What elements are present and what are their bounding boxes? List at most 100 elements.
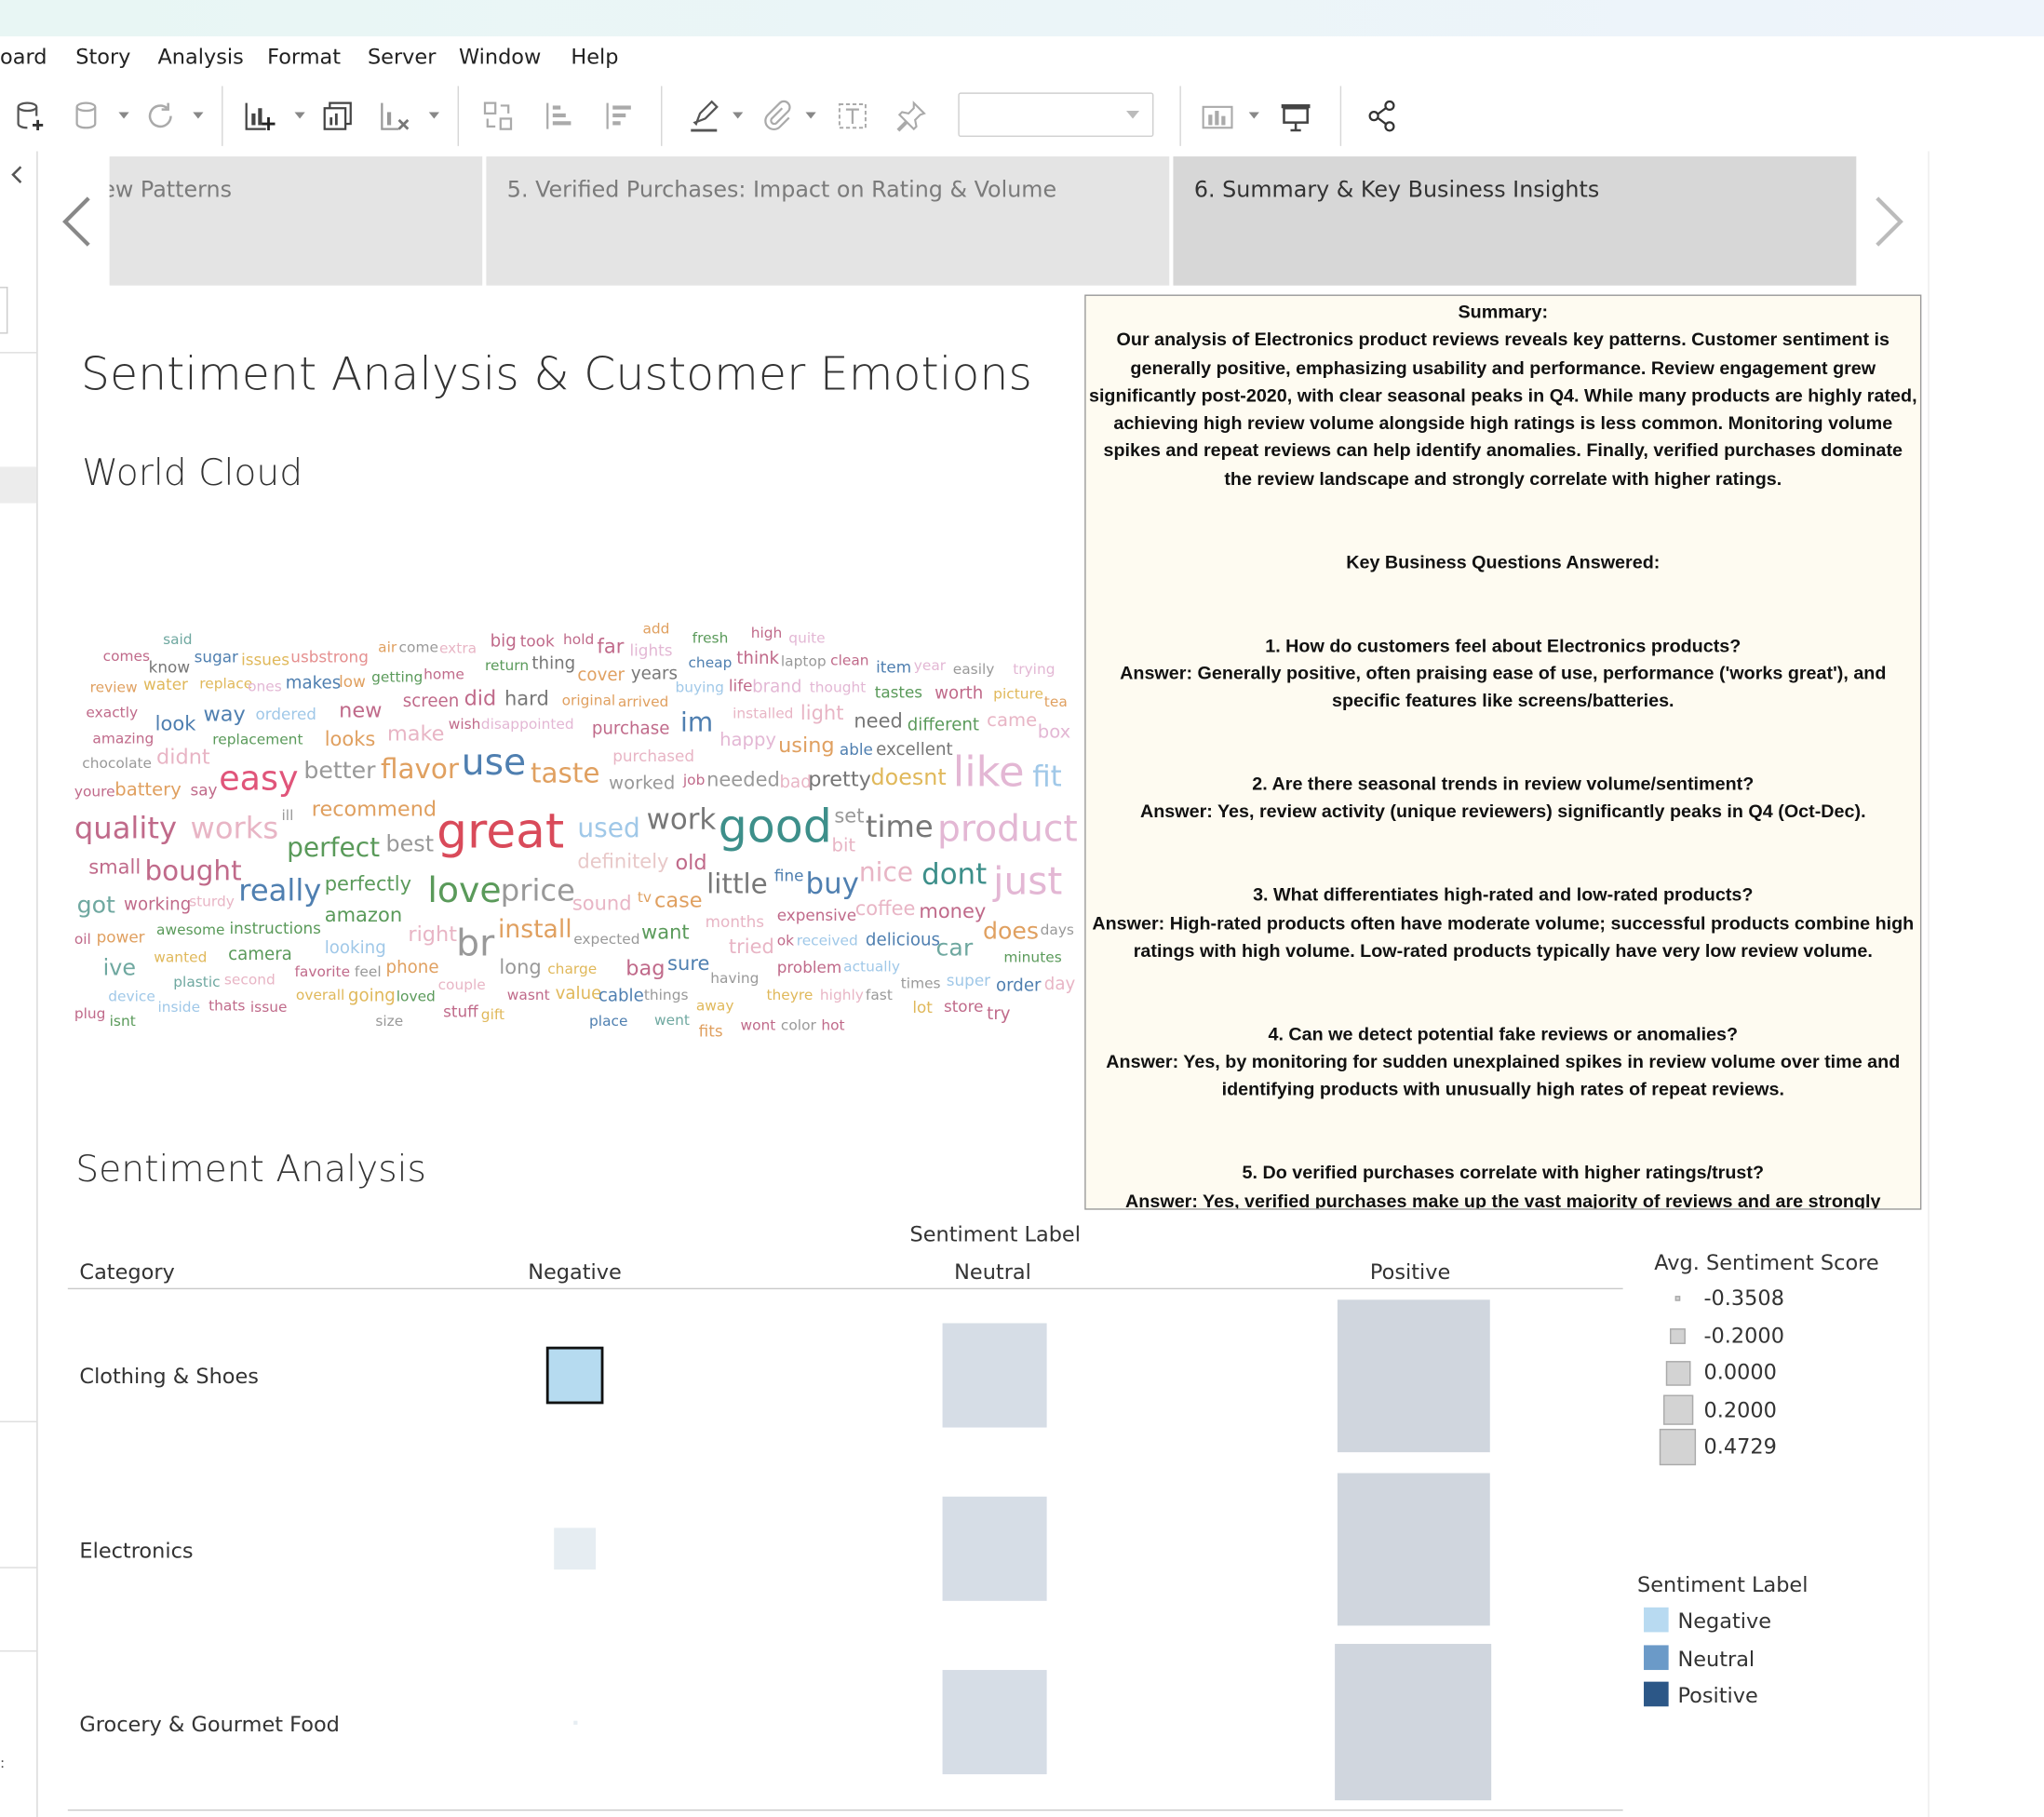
size-legend-item[interactable]: 0.0000 <box>1653 1354 1914 1391</box>
wordcloud-word: br <box>456 922 495 965</box>
story-point-tab-6[interactable]: 6. Summary & Key Business Insights <box>1173 156 1857 286</box>
story-next-arrow-icon[interactable] <box>1869 193 1908 250</box>
show-cards-icon[interactable] <box>1201 99 1234 132</box>
collapse-panel-icon[interactable] <box>9 164 28 184</box>
refresh-caret-icon[interactable] <box>193 112 204 119</box>
wordcloud-word: chocolate <box>82 754 153 773</box>
share-icon[interactable] <box>1365 99 1398 132</box>
wordcloud-word: oil <box>74 930 91 949</box>
story-point-label: ew Patterns <box>109 177 233 204</box>
size-legend-item[interactable]: -0.2000 <box>1653 1317 1914 1353</box>
sentiment-mark-positive[interactable] <box>1335 1644 1492 1801</box>
wordcloud-word: time <box>865 811 934 845</box>
wordcloud-word: expensive <box>776 906 857 924</box>
highlight-caret-icon[interactable] <box>733 112 744 119</box>
color-legend-swatch <box>1644 1644 1669 1670</box>
wordcloud-word: want <box>641 920 690 944</box>
wordcloud-word: day <box>1043 975 1076 995</box>
size-legend-item[interactable]: -0.3508 <box>1653 1280 1914 1316</box>
wordcloud-word: fast <box>865 987 893 1004</box>
wordcloud-word: works <box>190 812 279 846</box>
story-point-tab-5[interactable]: 5. Verified Purchases: Impact on Rating … <box>486 156 1170 286</box>
pause-updates-caret-icon[interactable] <box>118 112 129 119</box>
story-point-tab-4[interactable]: ew Patterns <box>109 156 483 286</box>
wordcloud-word: days <box>1040 922 1074 939</box>
canvas-edge <box>1928 151 1930 1817</box>
sentiment-mark-neutral[interactable] <box>942 1496 1047 1601</box>
fit-dropdown[interactable] <box>958 92 1154 138</box>
sentiment-mark-negative[interactable] <box>572 1719 577 1725</box>
pause-updates-icon[interactable] <box>71 99 104 132</box>
menu-window[interactable]: Window <box>459 45 541 70</box>
presentation-mode-icon[interactable] <box>1279 99 1312 132</box>
menu-dashboard[interactable]: oard <box>0 45 47 70</box>
sort-ascending-icon[interactable] <box>543 99 576 132</box>
wordcloud-word: sure <box>667 951 710 976</box>
wordcloud-word: taste <box>531 757 600 789</box>
wordcloud-word: order <box>995 976 1042 996</box>
menu-format[interactable]: Format <box>267 45 341 70</box>
story-point-label: 5. Verified Purchases: Impact on Rating … <box>506 177 1057 204</box>
toolbar-divider <box>661 86 663 146</box>
new-worksheet-icon[interactable] <box>242 99 276 132</box>
sentiment-mark-positive[interactable] <box>1337 1472 1490 1625</box>
wordcloud-word: nice <box>858 856 914 888</box>
group-members-icon[interactable] <box>760 99 793 132</box>
wordcloud-word: im <box>680 707 714 738</box>
wordcloud-word: charge <box>547 961 598 978</box>
size-legend-item[interactable]: 0.2000 <box>1653 1392 1914 1428</box>
sentiment-mark-neutral[interactable] <box>942 1323 1047 1428</box>
show-labels-icon[interactable] <box>836 99 869 132</box>
refresh-icon[interactable] <box>143 99 177 132</box>
clear-sheet-icon[interactable] <box>378 99 411 132</box>
sentiment-mark-neutral[interactable] <box>942 1670 1047 1775</box>
sentiment-mark-positive[interactable] <box>1337 1299 1490 1452</box>
wordcloud-word: highly <box>819 987 864 1004</box>
swap-rows-columns-icon[interactable] <box>481 99 515 132</box>
color-legend-item[interactable]: Positive <box>1640 1677 1901 1711</box>
menu-server[interactable]: Server <box>368 45 436 70</box>
sort-descending-icon[interactable] <box>602 99 636 132</box>
sentiment-mark-negative[interactable] <box>554 1528 597 1570</box>
clear-sheet-caret-icon[interactable] <box>428 112 439 119</box>
wordcloud-word: best <box>385 831 435 858</box>
menu-analysis[interactable]: Analysis <box>157 45 243 70</box>
wordcloud-word: wont <box>740 1016 776 1034</box>
new-data-source-icon[interactable] <box>13 99 47 132</box>
toolbar <box>0 80 2044 152</box>
new-worksheet-caret-icon[interactable] <box>294 112 305 119</box>
menu-story[interactable]: Story <box>75 45 130 70</box>
questions-heading: Key Business Questions Answered: <box>1346 550 1661 572</box>
side-panel-collapsed[interactable] <box>0 151 38 1817</box>
wordcloud-word: thing <box>531 654 576 675</box>
color-legend-item[interactable]: Neutral <box>1640 1641 1901 1675</box>
wordcloud-word: wasnt <box>506 987 550 1004</box>
story-prev-arrow-icon[interactable] <box>58 193 97 250</box>
wordcloud-word: just <box>993 858 1063 904</box>
wordcloud-word: arrived <box>617 693 669 711</box>
highlight-icon[interactable] <box>687 99 720 132</box>
wordcloud-word: loved <box>396 988 436 1005</box>
wordcloud-word: minutes <box>1003 949 1062 966</box>
size-legend-item[interactable]: 0.4729 <box>1653 1428 1914 1466</box>
duplicate-sheet-icon[interactable] <box>321 99 355 132</box>
menu-help[interactable]: Help <box>571 45 618 70</box>
panel-divider <box>0 1650 37 1652</box>
sentiment-mark-negative[interactable] <box>545 1346 604 1405</box>
group-members-caret-icon[interactable] <box>805 112 816 119</box>
wordcloud-word: fit <box>1032 760 1062 794</box>
question-3: 3. What differentiates high-rated and lo… <box>1253 883 1754 906</box>
wordcloud-word: tv <box>637 889 652 907</box>
wordcloud-word: better <box>303 757 376 786</box>
wordcloud-word: makes <box>285 674 342 694</box>
wordcloud-word: easy <box>219 760 299 800</box>
color-legend-item[interactable]: Negative <box>1640 1604 1901 1637</box>
fix-axes-icon[interactable] <box>894 99 928 132</box>
wordcloud-word: ill <box>281 806 294 825</box>
wordcloud-word: car <box>935 935 974 962</box>
wordcloud-word: home <box>424 666 464 683</box>
show-cards-caret-icon[interactable] <box>1248 112 1259 119</box>
wordcloud-word: wanted <box>154 949 208 966</box>
